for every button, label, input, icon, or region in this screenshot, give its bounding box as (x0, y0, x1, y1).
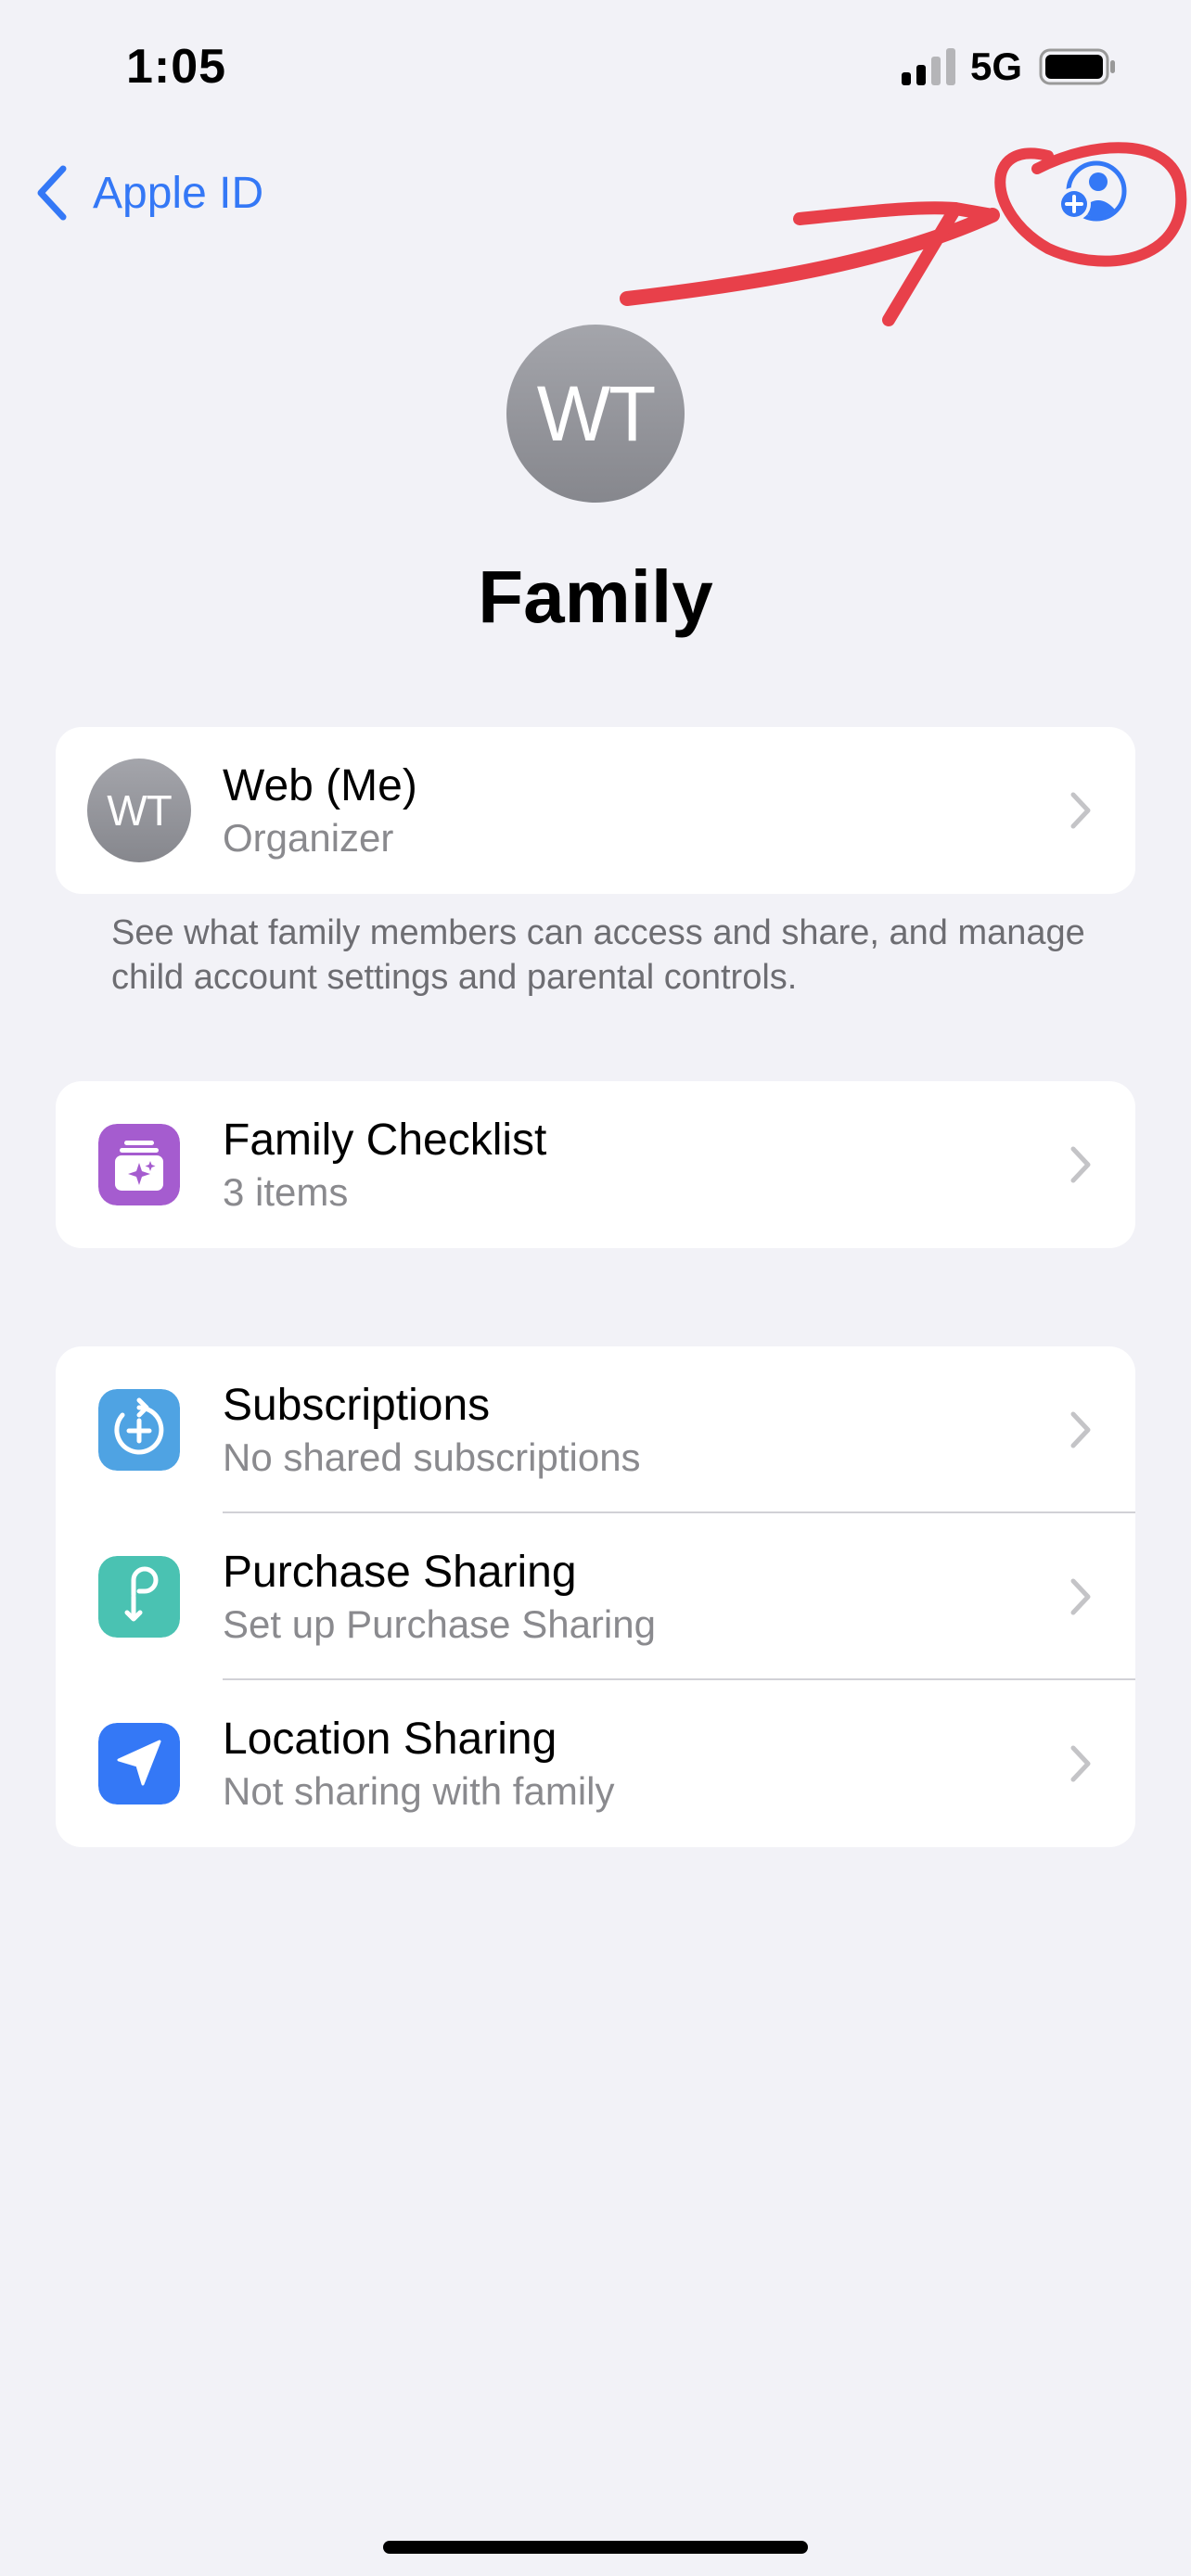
organizer-name: Web (Me) (223, 761, 417, 810)
family-footer-note: See what family members can access and s… (111, 913, 1085, 997)
back-button-label: Apple ID (93, 168, 264, 218)
purchase-sharing-icon (98, 1556, 180, 1638)
organizer-row[interactable]: WT Web (Me) Organizer (56, 727, 1135, 894)
status-bar: 1:05 5G (0, 0, 1191, 139)
status-time: 1:05 (126, 40, 227, 94)
organizer-role: Organizer (223, 816, 394, 860)
chevron-right-icon (1070, 1411, 1091, 1448)
purchase-sharing-row[interactable]: Purchase Sharing Set up Purchase Sharing (56, 1513, 1135, 1680)
family-avatar: WT (506, 325, 685, 503)
battery-icon (1039, 48, 1115, 85)
location-arrow-icon (98, 1723, 180, 1804)
checklist-card: Family Checklist 3 items (56, 1081, 1135, 1248)
avatar: WT (87, 759, 191, 862)
location-sharing-title: Location Sharing (223, 1715, 557, 1764)
chevron-right-icon (1070, 1745, 1091, 1782)
checklist-title: Family Checklist (223, 1116, 547, 1165)
chevron-right-icon (1070, 1146, 1091, 1183)
subscriptions-icon (98, 1389, 180, 1471)
chevron-right-icon (1070, 1578, 1091, 1615)
checklist-icon (98, 1124, 180, 1205)
home-indicator[interactable] (383, 2541, 808, 2554)
person-add-icon[interactable] (1048, 156, 1132, 230)
checklist-subtitle: 3 items (223, 1170, 349, 1214)
location-sharing-subtitle: Not sharing with family (223, 1769, 615, 1813)
network-type-label: 5G (970, 45, 1023, 88)
back-button[interactable]: Apple ID (33, 158, 263, 228)
subscriptions-row[interactable]: Subscriptions No shared subscriptions (56, 1346, 1135, 1513)
purchase-sharing-title: Purchase Sharing (223, 1548, 577, 1597)
purchase-sharing-subtitle: Set up Purchase Sharing (223, 1602, 656, 1646)
subscriptions-title: Subscriptions (223, 1381, 491, 1430)
organizer-card: WT Web (Me) Organizer (56, 727, 1135, 894)
subscriptions-subtitle: No shared subscriptions (223, 1435, 641, 1479)
chevron-right-icon (1070, 792, 1091, 829)
family-checklist-row[interactable]: Family Checklist 3 items (56, 1081, 1135, 1248)
cellular-signal-icon (902, 48, 955, 85)
location-sharing-row[interactable]: Location Sharing Not sharing with family (56, 1680, 1135, 1847)
sharing-card: Subscriptions No shared subscriptions Pu… (56, 1346, 1135, 1847)
chevron-left-icon (37, 165, 67, 221)
page-title: Family (478, 555, 713, 638)
